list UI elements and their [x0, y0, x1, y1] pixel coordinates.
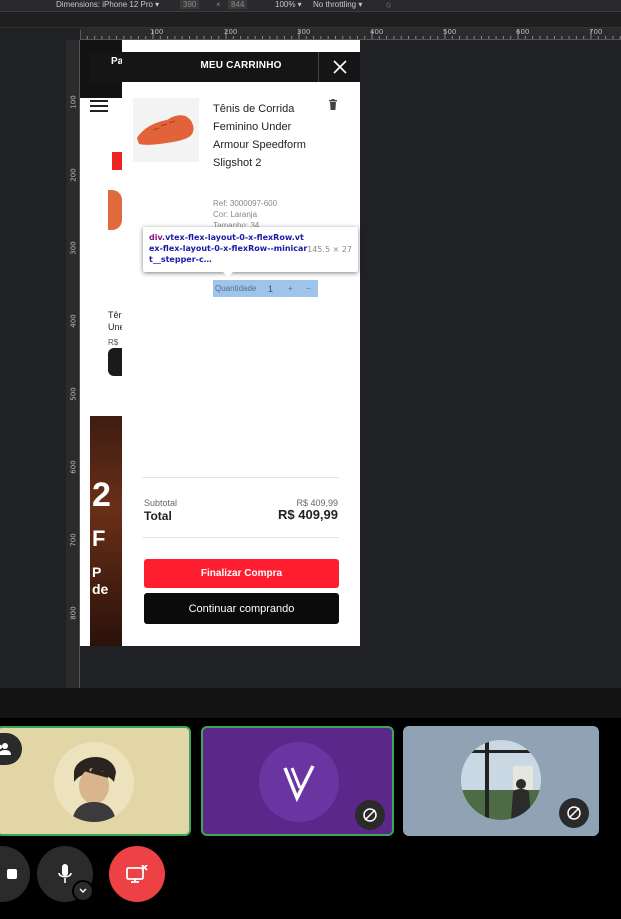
- quantity-minus-button[interactable]: −: [306, 284, 311, 293]
- avatar: [259, 742, 339, 822]
- quantity-value[interactable]: 1: [268, 284, 273, 294]
- rotate-icon[interactable]: ⦸: [386, 0, 391, 10]
- ruler-left: 100 200 300 400 500 600 700 800: [66, 40, 80, 690]
- product-details: Ref: 3000097-600 Cor: Laranja Tamanho: 3…: [213, 198, 277, 228]
- inspector-tooltip-arrow: [222, 271, 234, 277]
- ruler-label: 700: [589, 28, 603, 36]
- ruler-label: 600: [516, 28, 530, 36]
- divider: [142, 537, 339, 538]
- total-label: Total: [144, 509, 172, 523]
- subtotal-label: Subtotal: [144, 498, 178, 508]
- zoom-select[interactable]: 100% ▾: [275, 0, 302, 10]
- product-thumbnail[interactable]: [108, 190, 122, 230]
- avatar: [54, 742, 134, 822]
- inspector-tooltip: div.vtex-flex-layout-0-x-flexRow.vtex-fl…: [143, 227, 358, 272]
- quantity-stepper[interactable]: Quantidade 1 + −: [213, 280, 318, 297]
- continue-shopping-button[interactable]: Continuar comprando: [144, 593, 339, 624]
- promo-text: P: [92, 564, 102, 580]
- ruler-label: 300: [69, 241, 78, 255]
- inspector-size: 145.5 × 27: [307, 245, 352, 254]
- participant-tile[interactable]: [0, 726, 191, 836]
- ruler-label: 200: [224, 28, 238, 36]
- product-image[interactable]: [133, 98, 199, 162]
- divider: [142, 477, 339, 478]
- width-input[interactable]: 390: [180, 0, 200, 9]
- promo-banner[interactable]: 2 F P de: [90, 416, 122, 646]
- dimension-separator: ×: [216, 0, 221, 9]
- camera-off-icon: [559, 798, 589, 828]
- height-input[interactable]: 844: [228, 0, 248, 9]
- product-ref: Ref: 3000097-600: [213, 199, 278, 208]
- quantity-label: Quantidade: [215, 284, 257, 293]
- throttling-select[interactable]: No throttling ▾: [313, 0, 362, 10]
- ruler-label: 500: [69, 387, 78, 401]
- devtools-bottom-edge: [0, 688, 621, 718]
- trash-icon[interactable]: [328, 97, 338, 115]
- avatar: [461, 740, 541, 820]
- ruler-label: 500: [443, 28, 457, 36]
- ruler-label: 100: [150, 28, 164, 36]
- device-select[interactable]: Dimensions: iPhone 12 Pro ▾: [56, 0, 159, 10]
- participant-tile[interactable]: [201, 726, 394, 836]
- stop-screen-share-button[interactable]: [109, 846, 165, 902]
- total-value: R$ 409,99: [278, 507, 338, 522]
- devtools-device-toolbar: Dimensions: iPhone 12 Pro ▾ 390 × 844 10…: [0, 0, 621, 12]
- product-name[interactable]: Tênis de Corrida Feminino Under Armour S…: [213, 100, 313, 172]
- ruler-label: 600: [69, 460, 78, 474]
- ruler-label: 800: [69, 606, 78, 620]
- ruler-label: 400: [370, 28, 384, 36]
- price-partial: R$: [108, 338, 119, 347]
- checkout-button[interactable]: Finalizar Compra: [144, 559, 339, 588]
- devtools-media-bar: [0, 12, 621, 28]
- ruler-label: 400: [69, 314, 78, 328]
- inspector-selector: div.vtex-flex-layout-0-x-flexRow.vtex-fl…: [149, 233, 308, 264]
- product-name-partial: Têr: [108, 310, 122, 320]
- ruler-top: 100 200 300 400 500 600 700: [80, 28, 621, 40]
- participant-tile[interactable]: [403, 726, 599, 836]
- store-tab[interactable]: Pa: [90, 52, 123, 82]
- chevron-down-icon[interactable]: [72, 880, 94, 902]
- hamburger-menu-icon[interactable]: [90, 100, 108, 116]
- promo-letter: F: [92, 526, 106, 551]
- product-color: Cor: Laranja: [213, 210, 258, 219]
- discount-badge: [112, 152, 122, 170]
- ruler-label: 200: [69, 168, 78, 182]
- quantity-plus-button[interactable]: +: [288, 284, 293, 293]
- ruler-label: 300: [297, 28, 311, 36]
- ruler-label: 700: [69, 533, 78, 547]
- promo-headline: 2: [92, 476, 111, 514]
- close-icon[interactable]: [318, 52, 360, 82]
- camera-off-icon: [355, 800, 385, 830]
- ruler-label: 100: [69, 95, 78, 109]
- promo-text-2: de: [92, 581, 109, 597]
- minicart-drawer: MEU CARRINHO Tênis de Corrida Feminino U…: [122, 40, 360, 646]
